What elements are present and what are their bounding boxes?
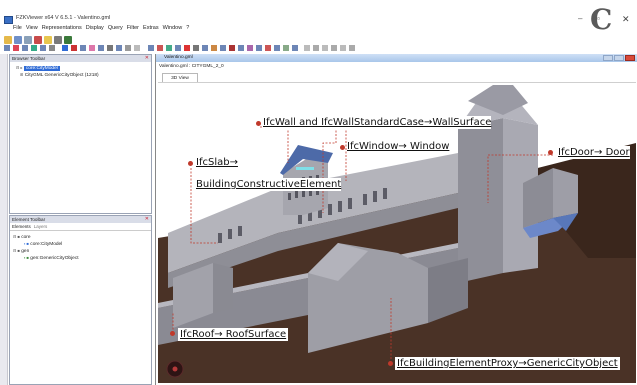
element-panel-title: Element Toolbar — [12, 217, 46, 222]
annotation-dot — [388, 361, 393, 366]
browser-panel-title: Browser Toolbar — [12, 56, 46, 61]
tab-layers[interactable]: Layers — [34, 224, 48, 229]
maximize-icon[interactable] — [614, 55, 624, 61]
logo-icon: C — [590, 3, 613, 36]
tree-item-label: gen:GenericCityObject — [30, 256, 79, 261]
annotation-dot — [256, 121, 261, 126]
menu-item-window[interactable]: Window — [163, 25, 183, 34]
window-title: FZKViewer x64 V 6.5.1 - Valentino.gml — [16, 15, 111, 21]
label-window: IfcWindow→ Window — [347, 140, 450, 153]
element-tabs: Elements Layers — [10, 223, 151, 231]
browser-panel: Browser Toolbar ✕ ⊟ ▸ core:CityModel ⊞ C… — [9, 54, 152, 214]
tree-item-gen[interactable]: ⊟ ■ gen — [10, 247, 151, 254]
menu-item-file[interactable]: File — [13, 25, 22, 34]
menu-item-query[interactable]: Query — [108, 25, 123, 34]
label-slab-target: BuildingConstructiveElement — [196, 178, 342, 191]
view-toolbar-icons[interactable] — [4, 44, 636, 54]
annotation-dot — [188, 161, 193, 166]
tree-item-citymodel[interactable]: ⊟ ▸ core:CityModel — [10, 64, 151, 71]
breadcrumb: Valentino.gml : CITYGML_2_0 — [159, 64, 224, 69]
menu-item-view[interactable]: View — [26, 25, 38, 34]
tree-item-gen-generic[interactable]: ▪ ■ gen:GenericCityObject — [10, 254, 151, 261]
document-title: Valentino.gml — [164, 55, 193, 60]
tree-item-label: CityGML GenericCityObject (1218) — [24, 73, 99, 78]
close-icon[interactable]: ✕ — [145, 55, 149, 62]
document-window: Valentino.gml Valentino.gml : CITYGML_2_… — [155, 54, 637, 385]
minimize-icon[interactable]: – — [578, 15, 582, 23]
element-panel-header: Element Toolbar ✕ — [10, 216, 151, 223]
open-icon[interactable] — [4, 36, 12, 44]
view-toolbar — [0, 44, 637, 54]
3d-viewport[interactable]: IfcWall and IfcWallStandardCase→WallSurf… — [158, 82, 636, 383]
save-icon[interactable] — [14, 36, 22, 44]
layer-icon[interactable] — [64, 36, 72, 44]
delete-icon[interactable] — [34, 36, 42, 44]
menu-item-extras[interactable]: Extras — [143, 25, 159, 34]
tab-3d-view[interactable]: 3D View — [162, 73, 198, 82]
menu-item-representations[interactable]: Representations — [42, 25, 82, 34]
close-icon[interactable]: ✕ — [145, 216, 149, 223]
annotation-dot — [340, 145, 345, 150]
menu-bar: File View Representations Display Query … — [0, 25, 189, 34]
label-slab: IfcSlab→ — [196, 156, 238, 169]
browser-panel-header: Browser Toolbar ✕ — [10, 55, 151, 62]
label-proxy: IfcBuildingElementProxy→GenericCityObjec… — [395, 357, 620, 370]
menu-item-filter[interactable]: Filter — [127, 25, 139, 34]
menu-item-display[interactable]: Display — [86, 25, 104, 34]
tab-elements[interactable]: Elements — [12, 224, 31, 229]
annotation-dot — [170, 331, 175, 336]
help-icon[interactable] — [44, 36, 52, 44]
tree-item-core-citymodel[interactable]: ▪ ■ core:CityModel — [10, 240, 151, 247]
tree-item-generic[interactable]: ⊞ CityGML GenericCityObject (1218) — [10, 71, 151, 78]
annotation-dot — [548, 150, 553, 155]
minimize-icon[interactable] — [603, 55, 613, 61]
side-dock-strip[interactable] — [0, 54, 8, 385]
settings-icon[interactable] — [54, 36, 62, 44]
label-roof: IfcRoof→ RoofSurface — [178, 328, 289, 341]
menu-item-help[interactable]: ? — [186, 25, 189, 34]
element-panel: Element Toolbar ✕ Elements Layers ⊟ ■ co… — [9, 215, 152, 385]
copy-icon[interactable] — [24, 36, 32, 44]
label-wall: IfcWall and IfcWallStandardCase→WallSurf… — [263, 116, 492, 129]
tree-item-core[interactable]: ⊟ ■ core — [10, 233, 151, 240]
close-icon[interactable]: ✕ — [622, 14, 630, 25]
document-titlebar: Valentino.gml — [156, 54, 637, 62]
app-icon — [4, 16, 13, 24]
close-icon[interactable] — [625, 55, 635, 61]
label-door: IfcDoor→ Door — [558, 146, 630, 159]
